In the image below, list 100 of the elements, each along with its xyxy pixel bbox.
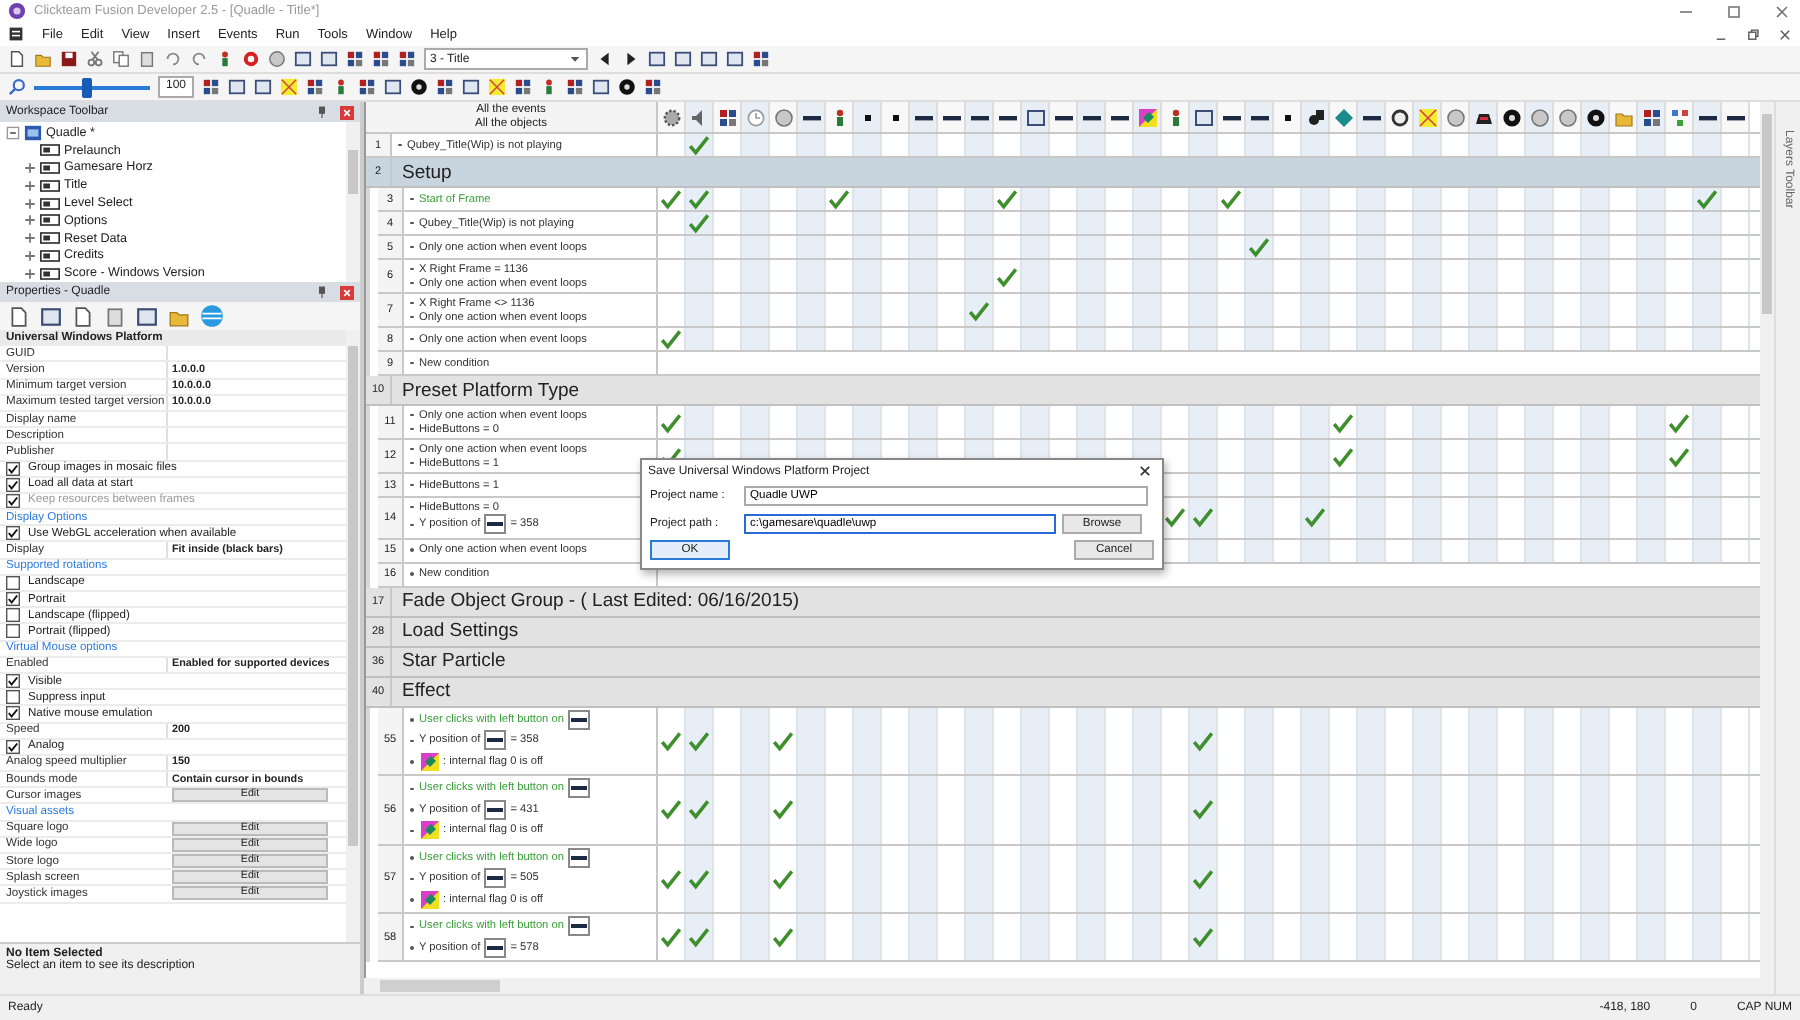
checkbox[interactable] [6,592,20,607]
object-column-header[interactable] [1190,102,1218,132]
object-column-header[interactable] [1274,102,1302,132]
close-icon[interactable] [1778,27,1792,41]
maximize-icon[interactable] [1724,3,1744,19]
grid-icon[interactable] [398,50,416,68]
scissors-icon[interactable] [86,50,104,68]
plus-icon[interactable] [24,197,36,210]
circle-icon[interactable] [268,50,286,68]
checkbox[interactable] [6,477,20,492]
close-icon[interactable] [1138,464,1152,478]
document-icon[interactable] [8,26,24,42]
save-icon[interactable] [60,50,78,68]
object-column-header[interactable] [1722,102,1750,132]
grid-icon[interactable] [566,78,584,96]
expander-icon[interactable] [6,125,20,140]
object-column-header[interactable] [910,102,938,132]
object-column-header[interactable] [1470,102,1498,132]
disc-icon[interactable] [618,78,636,96]
crossed-box-icon[interactable] [280,78,298,96]
redo-icon[interactable] [190,50,208,68]
grid-icon[interactable] [372,50,390,68]
plus-icon[interactable] [24,232,36,245]
plus-icon[interactable] [24,267,36,280]
window-icon[interactable] [462,78,480,96]
object-column-header[interactable] [1050,102,1078,132]
object-column-header[interactable] [1358,102,1386,132]
check-icon [1220,188,1242,210]
bar-icon [567,709,590,730]
object-column-header[interactable] [798,102,826,132]
plus-icon[interactable] [24,249,36,262]
window-icon[interactable] [40,305,62,327]
plus-icon[interactable] [24,179,36,192]
checkbox[interactable] [6,624,20,639]
object-column-header[interactable] [1302,102,1330,132]
object-column-header[interactable] [882,102,910,132]
diamond-icon [1333,107,1353,127]
pin-icon[interactable] [316,286,328,298]
bar-icon [484,937,507,958]
window-icon[interactable] [136,305,158,327]
triangle-right-icon[interactable] [622,50,640,68]
object-column-header[interactable] [994,102,1022,132]
checkbox[interactable] [6,706,20,721]
checkbox[interactable] [6,674,20,689]
plus-icon[interactable] [24,214,36,227]
crossed-box-icon[interactable] [488,78,506,96]
object-column-header[interactable] [938,102,966,132]
grid-icon[interactable] [644,78,662,96]
object-column-header[interactable] [1078,102,1106,132]
copy-icon[interactable] [112,50,130,68]
clipboard-icon[interactable] [138,50,156,68]
object-column-header[interactable] [1638,102,1666,132]
stop-icon[interactable] [242,50,260,68]
object-column-header[interactable] [966,102,994,132]
object-column-header[interactable] [714,102,742,132]
disc-icon[interactable] [410,78,428,96]
check-icon [828,188,850,210]
grid-icon[interactable] [358,78,376,96]
object-column-header[interactable] [1022,102,1050,132]
figure-icon[interactable] [540,78,558,96]
checkbox[interactable] [6,575,20,590]
window-icon[interactable] [592,78,610,96]
checkbox[interactable] [6,690,20,705]
check-icon [660,729,682,752]
clipboard-icon[interactable] [104,305,126,327]
grid-icon[interactable] [202,78,220,96]
checkbox[interactable] [6,739,20,754]
pin-icon[interactable] [316,106,328,118]
object-column-header[interactable] [1694,102,1722,132]
figure-icon[interactable] [216,50,234,68]
plus-icon[interactable] [24,161,36,174]
object-column-header[interactable] [1582,102,1610,132]
zoom-slider[interactable] [34,77,150,97]
folder-icon[interactable] [34,50,52,68]
grid-icon[interactable] [752,50,770,68]
search-icon[interactable] [8,78,26,96]
window-icon[interactable] [384,78,402,96]
grid-icon[interactable] [306,78,324,96]
checkbox[interactable] [6,526,20,541]
object-column-header[interactable] [1106,102,1134,132]
triangle-left-icon[interactable] [596,50,614,68]
grid-icon[interactable] [346,50,364,68]
scrollbar[interactable] [346,122,360,282]
object-column-header[interactable] [1386,102,1414,132]
grid-icon[interactable] [436,78,454,96]
grid-icon[interactable] [514,78,532,96]
globe-icon[interactable] [200,304,224,328]
restore-icon[interactable] [1746,27,1760,41]
document-icon[interactable] [8,50,26,68]
object-column-header[interactable] [1218,102,1246,132]
figure-icon[interactable] [332,78,350,96]
object-column-header[interactable] [1246,102,1274,132]
object-column-header[interactable] [854,102,882,132]
object-column-header[interactable] [1498,102,1526,132]
object-column-header[interactable] [658,102,686,132]
group-title: Setup [400,161,452,183]
checkbox[interactable] [6,608,20,623]
scrollbar[interactable] [346,330,360,942]
undo-icon[interactable] [164,50,182,68]
check-icon [1248,236,1270,258]
